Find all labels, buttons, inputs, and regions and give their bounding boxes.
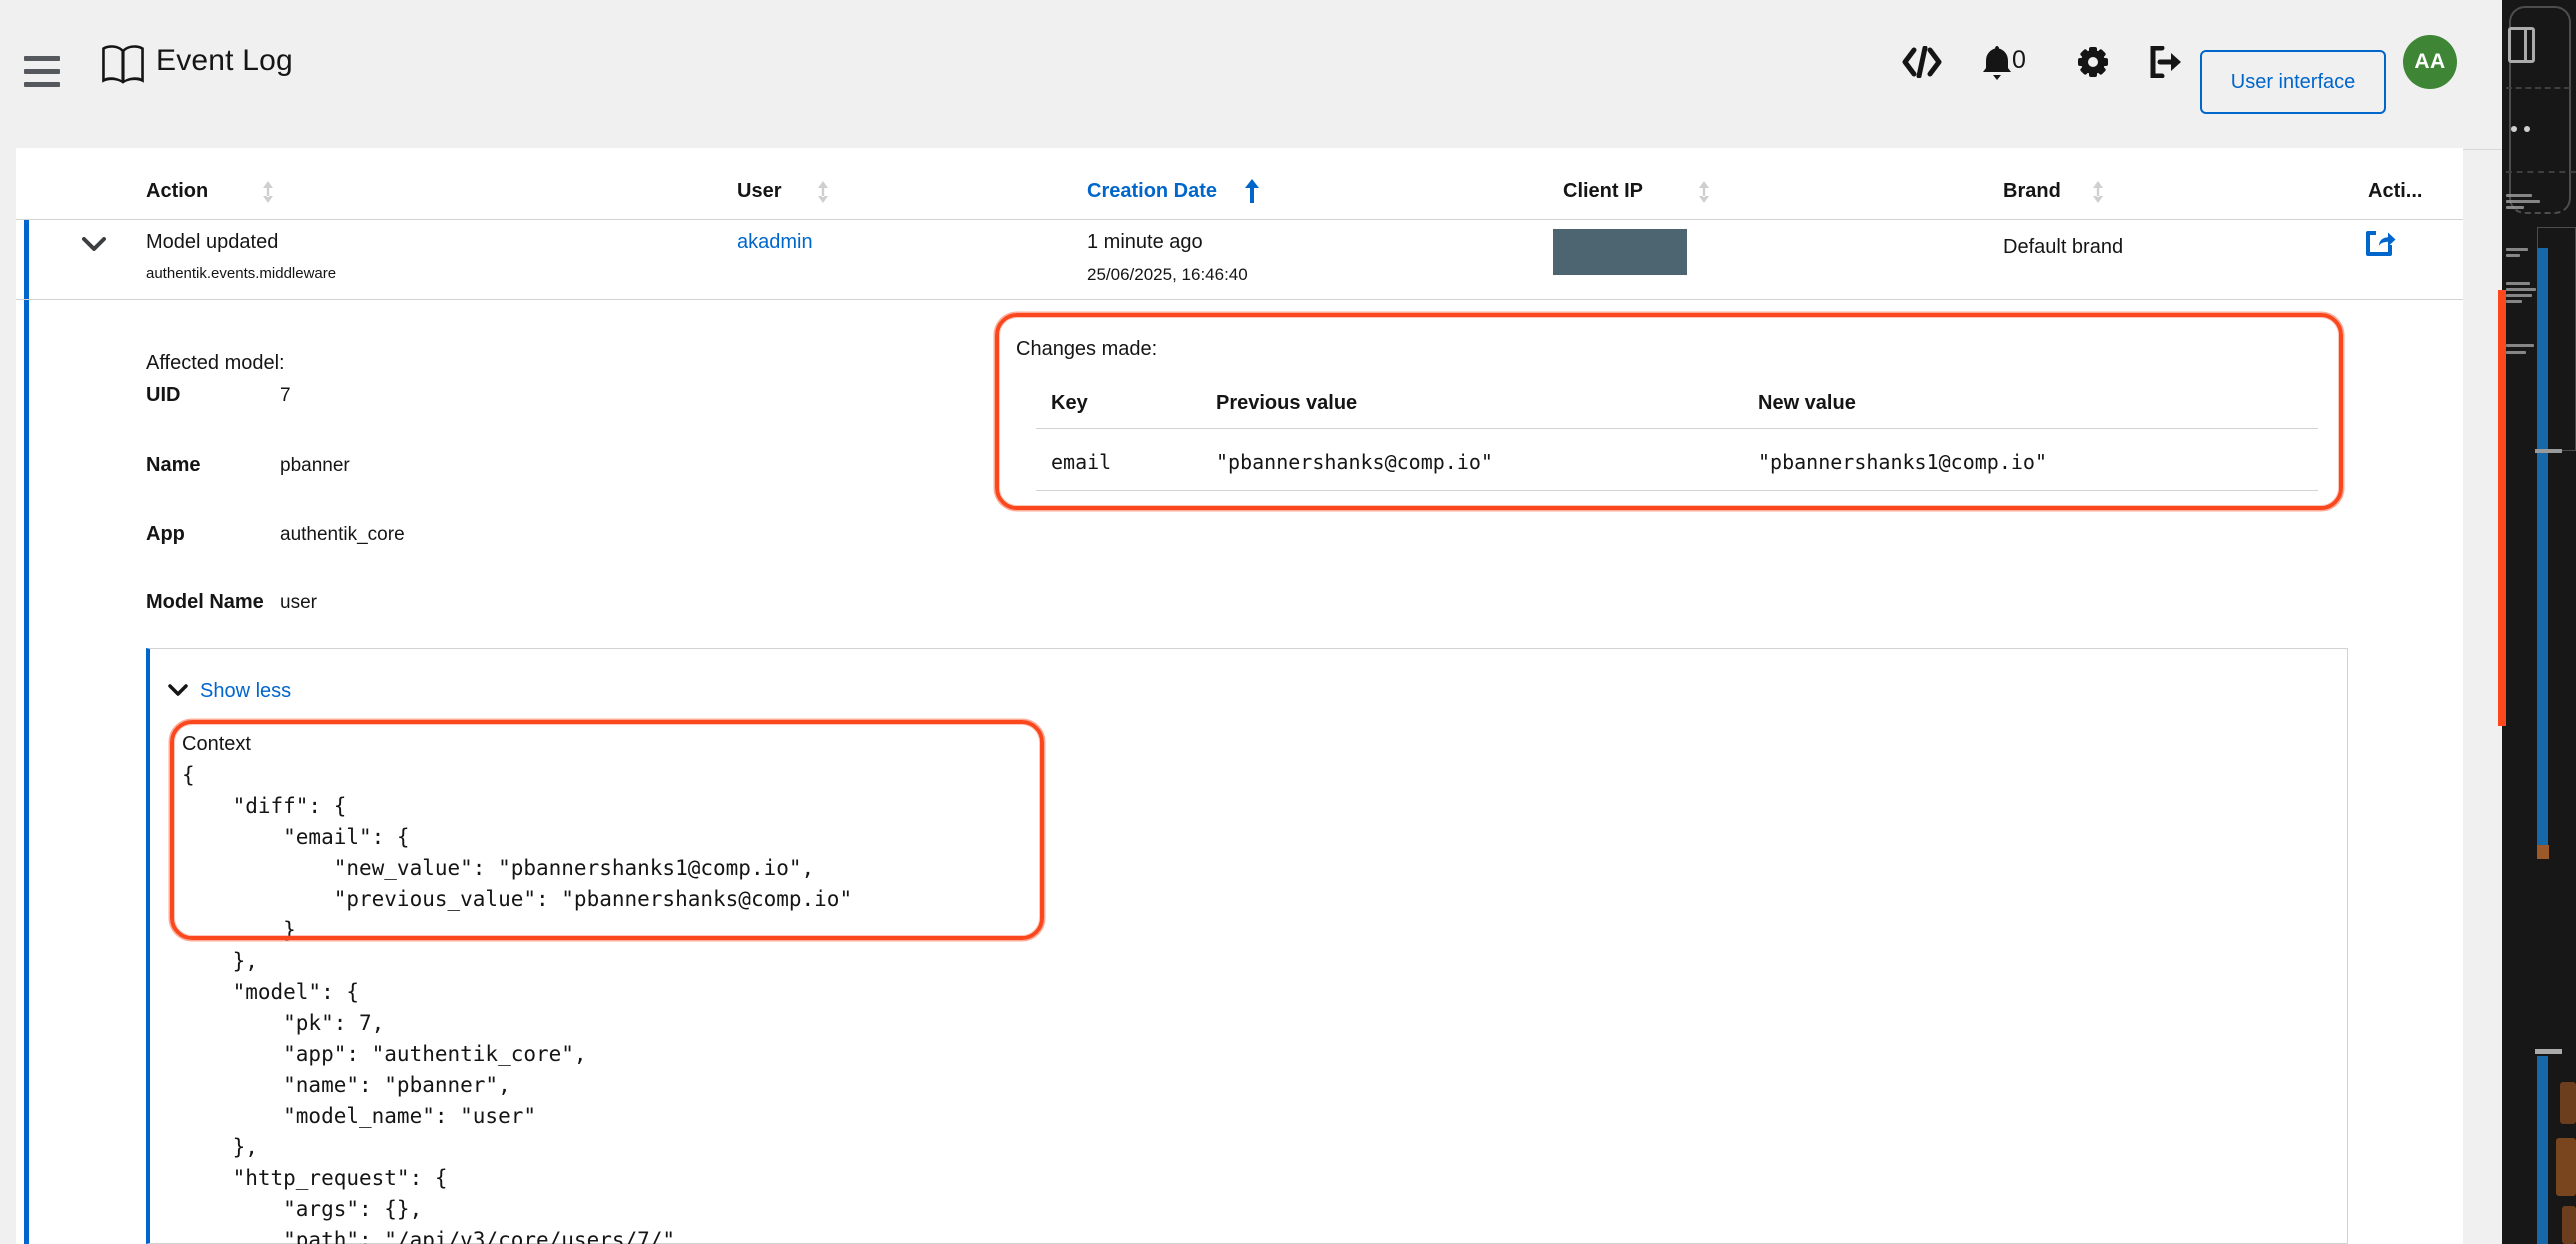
- notification-count: 0: [2012, 46, 2026, 75]
- changes-made-title: Changes made:: [1016, 338, 1157, 361]
- changes-row-previous: "pbannershanks@comp.io": [1216, 450, 1493, 474]
- affected-model-label: Affected model:: [146, 352, 285, 375]
- changes-column-previous: Previous value: [1216, 392, 1357, 415]
- expanded-row-accent: [24, 220, 29, 1244]
- changes-row-key: email: [1051, 450, 1111, 474]
- minimap-blue-bar: [2537, 1056, 2548, 1244]
- row-user-link[interactable]: akadmin: [737, 231, 813, 254]
- row-action: Model updated: [146, 231, 278, 254]
- field-value: authentik_core: [280, 524, 405, 546]
- column-header-action[interactable]: Action: [146, 180, 208, 203]
- sort-icon-action[interactable]: [260, 180, 276, 204]
- notifications-bell-icon[interactable]: [1980, 44, 2014, 82]
- user-interface-button-label: User interface: [2231, 71, 2356, 94]
- changes-row-new: "pbannershanks1@comp.io": [1758, 450, 2047, 474]
- collapse-chevron-icon[interactable]: [82, 237, 106, 252]
- side-overlay-panel: [2502, 0, 2576, 1244]
- field-label: Model Name: [146, 591, 264, 614]
- show-less-toggle[interactable]: Show less: [200, 680, 291, 703]
- event-log-page: Event Log 0 User interface AA: [0, 0, 2576, 1244]
- row-created-relative: 1 minute ago: [1087, 231, 1203, 254]
- row-brand: Default brand: [2003, 236, 2123, 259]
- minimap-blue-bar: [2537, 248, 2548, 845]
- avatar[interactable]: AA: [2403, 35, 2457, 89]
- overlay-dot: [2511, 126, 2517, 132]
- overlay-dot: [2524, 126, 2530, 132]
- page-title: Event Log: [156, 44, 293, 78]
- user-interface-button[interactable]: User interface: [2200, 50, 2386, 114]
- masthead: Event Log 0 User interface AA: [0, 0, 2576, 148]
- column-header-creation-date[interactable]: Creation Date: [1087, 180, 1217, 203]
- field-value: 7: [280, 385, 291, 407]
- context-label: Context: [182, 733, 251, 756]
- hamburger-menu-icon[interactable]: [24, 56, 60, 90]
- sort-icon-brand[interactable]: [2090, 180, 2106, 204]
- settings-gear-icon[interactable]: [2076, 45, 2110, 79]
- minimap-orange-bar: [2498, 290, 2506, 726]
- row-created-absolute: 25/06/2025, 16:46:40: [1087, 265, 1248, 285]
- column-header-actions: Acti...: [2368, 180, 2422, 203]
- client-ip-redaction-box: [1553, 229, 1687, 275]
- column-header-brand[interactable]: Brand: [2003, 180, 2061, 203]
- field-label: App: [146, 523, 185, 546]
- sign-out-icon[interactable]: [2148, 46, 2184, 78]
- field-value: user: [280, 592, 317, 614]
- sidebar-pane-icon[interactable]: [2508, 27, 2535, 63]
- sort-icon-user[interactable]: [815, 180, 831, 204]
- open-event-share-icon[interactable]: [2364, 229, 2396, 257]
- avatar-initials: AA: [2414, 50, 2445, 74]
- field-value: pbanner: [280, 455, 350, 477]
- changes-column-new: New value: [1758, 392, 1856, 415]
- column-header-client-ip[interactable]: Client IP: [1563, 180, 1643, 203]
- book-open-logo-icon: [98, 40, 148, 90]
- field-label: UID: [146, 384, 180, 407]
- row-action-app: authentik.events.middleware: [146, 265, 336, 282]
- column-header-user[interactable]: User: [737, 180, 781, 203]
- context-json-code[interactable]: { "diff": { "email": { "new_value": "pba…: [182, 760, 852, 1244]
- sort-ascending-icon[interactable]: [1243, 178, 1261, 204]
- api-code-icon[interactable]: [1902, 46, 1942, 78]
- sort-icon-client-ip[interactable]: [1696, 180, 1712, 204]
- field-label: Name: [146, 454, 200, 477]
- changes-column-key: Key: [1051, 392, 1088, 415]
- show-less-chevron-icon[interactable]: [168, 684, 188, 697]
